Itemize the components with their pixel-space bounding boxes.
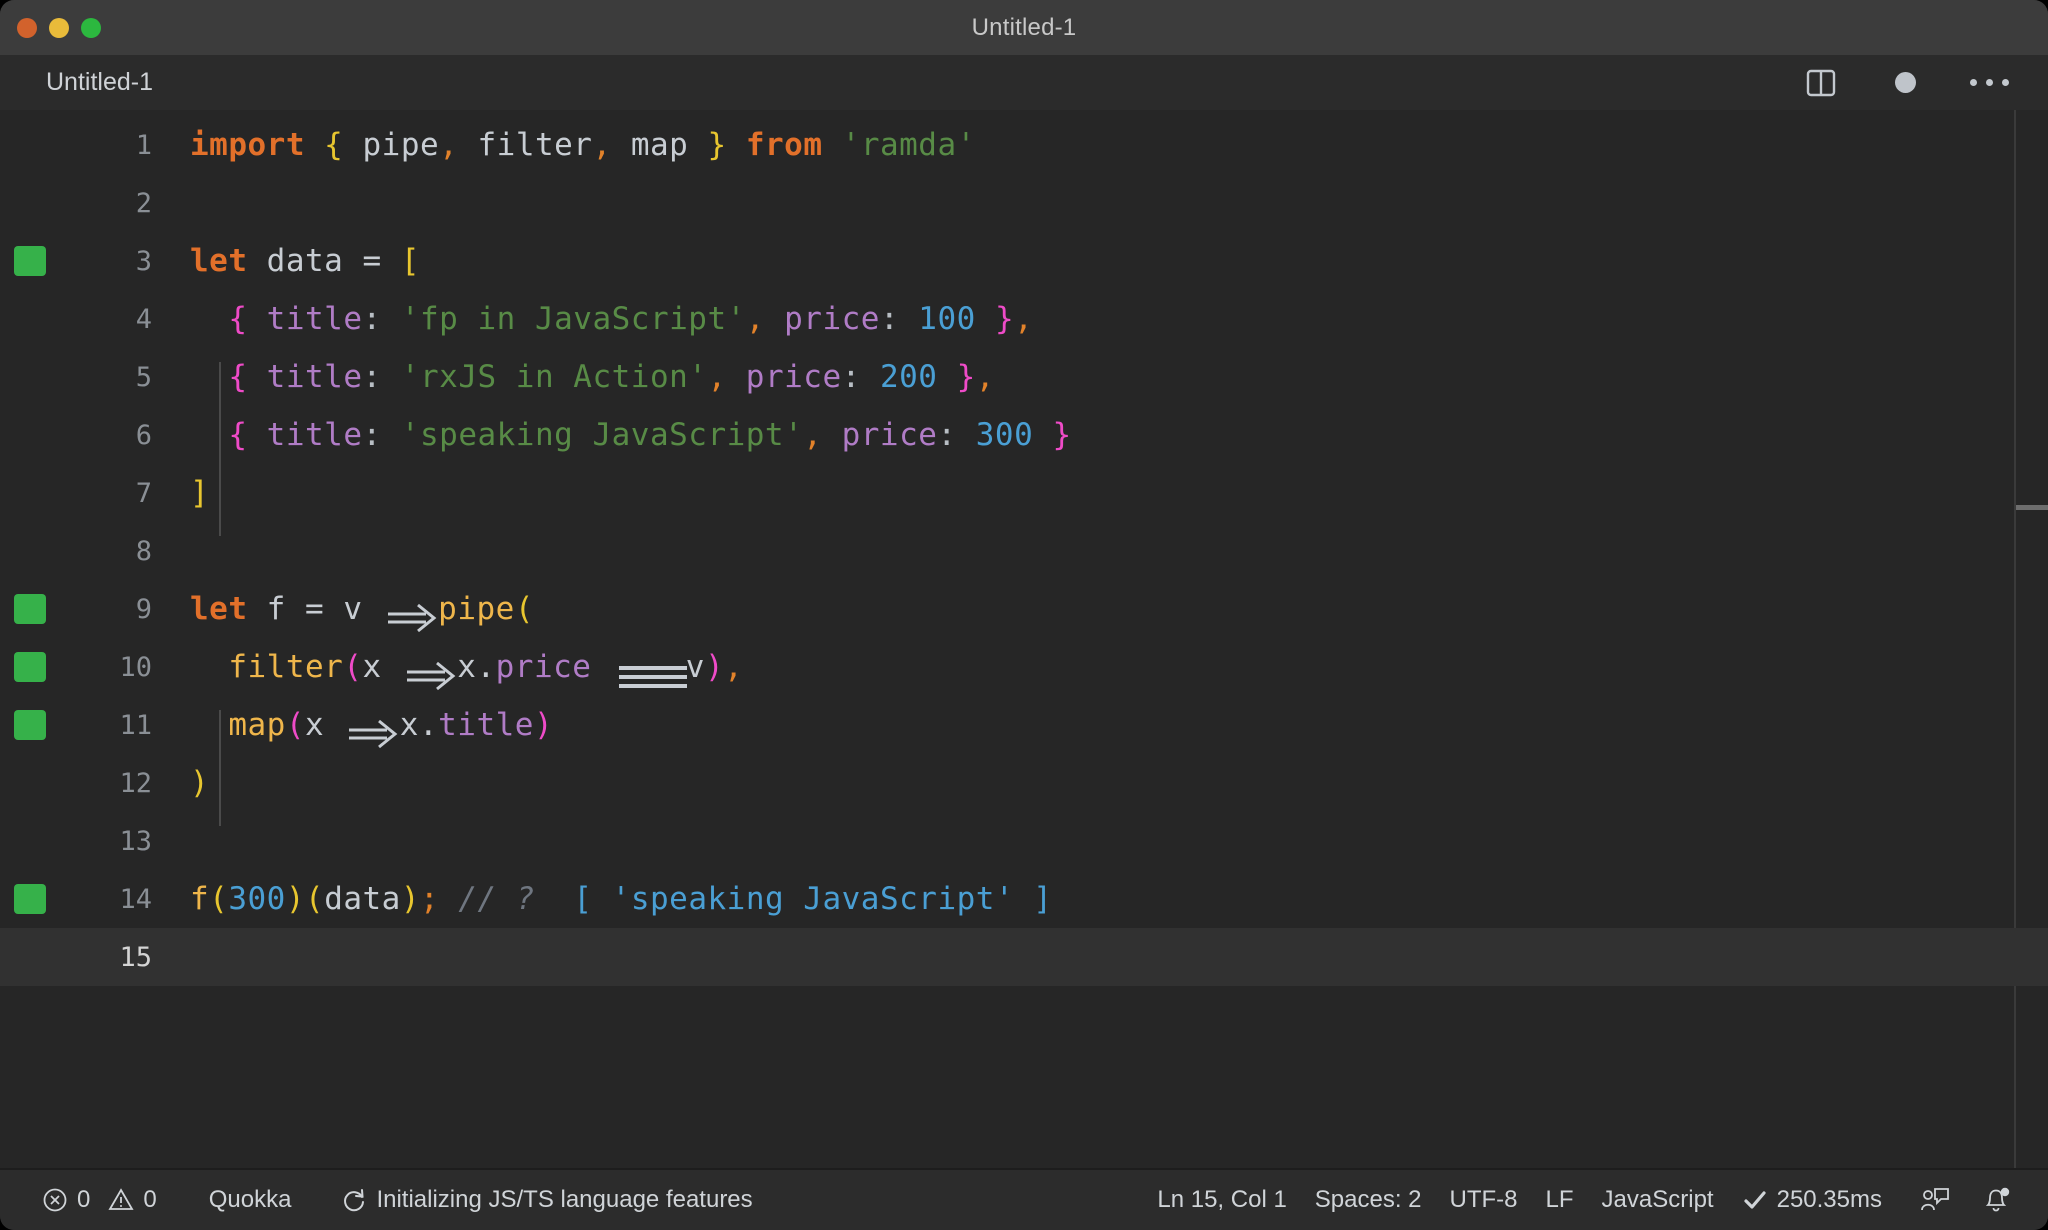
status-problems[interactable]: 0 0 [28,1186,171,1214]
status-language-features[interactable]: Initializing JS/TS language features [327,1186,766,1214]
code-line[interactable]: 1 import { pipe, filter, map } from 'ram… [0,116,2048,174]
line-number: 10 [119,651,152,683]
run-time-label: 250.35ms [1776,1186,1882,1213]
code-line[interactable]: 12 ) [0,754,2048,812]
line-number: 13 [119,825,152,857]
line-content: { title: 'speaking JavaScript', price: 3… [228,417,1072,453]
status-indentation[interactable]: Spaces: 2 [1301,1186,1436,1214]
line-number: 11 [119,709,152,741]
line-content: filter(x x.price v), [190,649,2048,690]
editor-tabstrip: Untitled-1 [0,55,2048,110]
line-content: { title: 'fp in JavaScript', price: 100 … [228,301,1034,337]
line-content: import { pipe, filter, map } from 'ramda… [190,127,976,163]
quokka-label: Quokka [208,1186,292,1213]
line-number: 1 [135,129,152,161]
cursor-position-label: Ln 15, Col 1 [1157,1186,1287,1213]
code-line[interactable]: 2 [0,174,2048,232]
line-number: 3 [135,245,152,277]
line-number: 6 [135,419,152,451]
tab-untitled-1[interactable]: Untitled-1 [46,68,153,97]
line-number: 15 [119,941,152,973]
status-notifications[interactable] [1964,1186,2026,1214]
window-minimize-button[interactable] [49,17,69,38]
line-number: 14 [119,883,152,915]
code-line-current[interactable]: 15 [0,928,2048,986]
window-titlebar: Untitled-1 [0,0,2048,55]
language-features-text: Initializing JS/TS language features [376,1186,753,1213]
indentation-label: Spaces: 2 [1314,1186,1422,1213]
status-feedback[interactable] [1896,1186,1964,1214]
editor-window: Untitled-1 Untitled-1 1 import {pipe, f… [0,0,2048,1230]
code-lines[interactable]: 1 import { pipe, filter, map } from 'ram… [0,110,2048,986]
check-icon [1742,1187,1768,1213]
line-content: ) [190,765,210,801]
code-line[interactable]: 5 { title: 'rxJS in Action', price: 200 … [0,348,2048,406]
warning-count: 0 [143,1186,157,1213]
line-number: 8 [135,535,152,567]
traffic-lights [17,0,101,55]
code-line[interactable]: 6 { title: 'speaking JavaScript', price:… [0,406,2048,464]
unsaved-dot-icon[interactable] [1888,66,1922,100]
line-number: 9 [135,593,152,625]
encoding-label: UTF-8 [1449,1186,1518,1213]
status-encoding[interactable]: UTF-8 [1436,1186,1532,1214]
error-count: 0 [77,1186,91,1213]
status-bar: 0 0 Quokka Initializing JS/TS language f… [0,1168,2048,1230]
line-content: let data = [ [190,243,420,279]
line-number: 2 [135,187,152,219]
status-quokka[interactable]: Quokka [195,1186,306,1214]
code-line[interactable]: 13 [0,812,2048,870]
status-eol[interactable]: LF [1532,1186,1588,1214]
more-actions-icon[interactable] [1969,66,2009,100]
warning-triangle-icon [108,1187,134,1213]
code-line[interactable]: 11 map(x x.title) [0,696,2048,754]
code-line[interactable]: 4 { title: 'fp in JavaScript', price: 10… [0,290,2048,348]
error-circle-icon [42,1187,68,1213]
line-content: f(300)(data); // ? [ 'speaking JavaScrip… [190,881,1053,917]
line-number: 12 [119,767,152,799]
code-line[interactable]: 7 ] [0,464,2048,522]
code-line[interactable]: 3 let data = [ [0,232,2048,290]
code-editor[interactable]: 1 import { pipe, filter, map } from 'ram… [0,110,2048,1168]
status-language-mode[interactable]: JavaScript [1588,1186,1728,1214]
eol-label: LF [1545,1186,1574,1213]
code-line[interactable]: 10 filter(x x.price v), [0,638,2048,696]
line-number: 5 [135,361,152,393]
status-bar-left: 0 0 Quokka Initializing JS/TS language f… [28,1186,767,1214]
language-mode-label: JavaScript [1601,1186,1714,1213]
window-title: Untitled-1 [971,14,1077,41]
line-number: 7 [135,477,152,509]
quokka-comment: // ? [458,881,536,917]
status-run-time[interactable]: 250.35ms [1728,1186,1896,1214]
line-number: 4 [135,303,152,335]
code-line[interactable]: 8 [0,522,2048,580]
code-line[interactable]: 9 let f = v pipe( [0,580,2048,638]
line-content: map(x x.title) [190,707,2048,748]
window-maximize-button[interactable] [81,17,101,38]
status-cursor-position[interactable]: Ln 15, Col 1 [1143,1186,1300,1214]
bell-badge-icon [1982,1186,2012,1214]
line-content: { title: 'rxJS in Action', price: 200 }, [228,359,995,395]
feedback-person-icon [1920,1186,1950,1214]
code-line[interactable]: 14 f(300)(data); // ? [ 'speaking JavaSc… [0,870,2048,928]
split-editor-icon[interactable] [1804,66,1838,100]
line-content: ] [190,475,210,511]
line-content: let f = v pipe( [190,591,2048,632]
window-close-button[interactable] [17,17,37,38]
editor-actions [1804,66,2020,100]
status-bar-right: Ln 15, Col 1 Spaces: 2 UTF-8 LF JavaScri… [1143,1186,2026,1214]
sync-spinner-icon [341,1187,367,1213]
quokka-inline-result: [ 'speaking JavaScript' ] [573,881,1053,917]
